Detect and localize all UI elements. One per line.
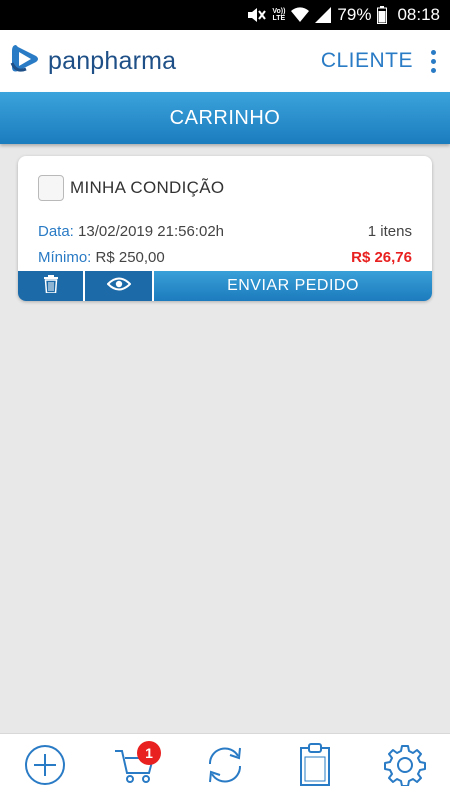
- condition-label: MINHA CONDIÇÃO: [70, 178, 225, 197]
- condition-checkbox[interactable]: [38, 175, 64, 201]
- nav-cart-button[interactable]: 1: [105, 737, 165, 797]
- minimum-value: R$ 250,00: [95, 249, 165, 266]
- more-vert-icon[interactable]: [427, 48, 440, 75]
- date-value: 13/02/2019 21:56:02h: [78, 223, 225, 240]
- send-order-label: ENVIAR PEDIDO: [227, 277, 359, 294]
- signal-icon: [315, 7, 332, 23]
- app-header: panpharma CLIENTE: [0, 30, 450, 92]
- clipboard-icon: [299, 742, 331, 792]
- clock: 08:18: [397, 5, 440, 24]
- logo-text: panpharma: [48, 46, 177, 75]
- eye-icon: [106, 277, 131, 296]
- send-order-button[interactable]: ENVIAR PEDIDO: [154, 271, 432, 301]
- items-count: 1 itens: [367, 223, 412, 240]
- logo: panpharma: [10, 43, 176, 80]
- card-actions: ENVIAR PEDIDO: [18, 271, 432, 301]
- logo-icon: [10, 43, 40, 80]
- delete-button[interactable]: [18, 271, 85, 301]
- cart-badge: 1: [137, 741, 161, 765]
- battery-icon: [377, 6, 388, 24]
- cart-card: MINHA CONDIÇÃO Data: 13/02/2019 21:56:02…: [18, 156, 432, 301]
- trash-icon: [43, 274, 59, 298]
- nav-settings-button[interactable]: [375, 737, 435, 797]
- settings-gear-icon: [384, 744, 426, 791]
- nav-orders-button[interactable]: [285, 737, 345, 797]
- view-button[interactable]: [85, 271, 154, 301]
- battery-percent: 79%: [337, 5, 372, 24]
- mute-icon: [246, 7, 267, 23]
- page-title: CARRINHO: [169, 106, 281, 129]
- add-circle-icon: [24, 744, 66, 791]
- bottom-nav: 1: [0, 733, 450, 800]
- sync-icon: [202, 744, 248, 791]
- volte-icon: Vo)) LTE: [272, 8, 286, 22]
- cliente-button[interactable]: CLIENTE: [321, 49, 413, 73]
- date-label: Data:: [38, 223, 74, 240]
- wifi-icon: [291, 7, 310, 23]
- total-value: R$ 26,76: [351, 249, 412, 266]
- nav-add-button[interactable]: [15, 737, 75, 797]
- status-bar: Vo)) LTE 79% 08:18: [0, 0, 450, 30]
- page-title-bar: CARRINHO: [0, 92, 450, 144]
- nav-sync-button[interactable]: [195, 737, 255, 797]
- minimum-label: Mínimo:: [38, 249, 92, 266]
